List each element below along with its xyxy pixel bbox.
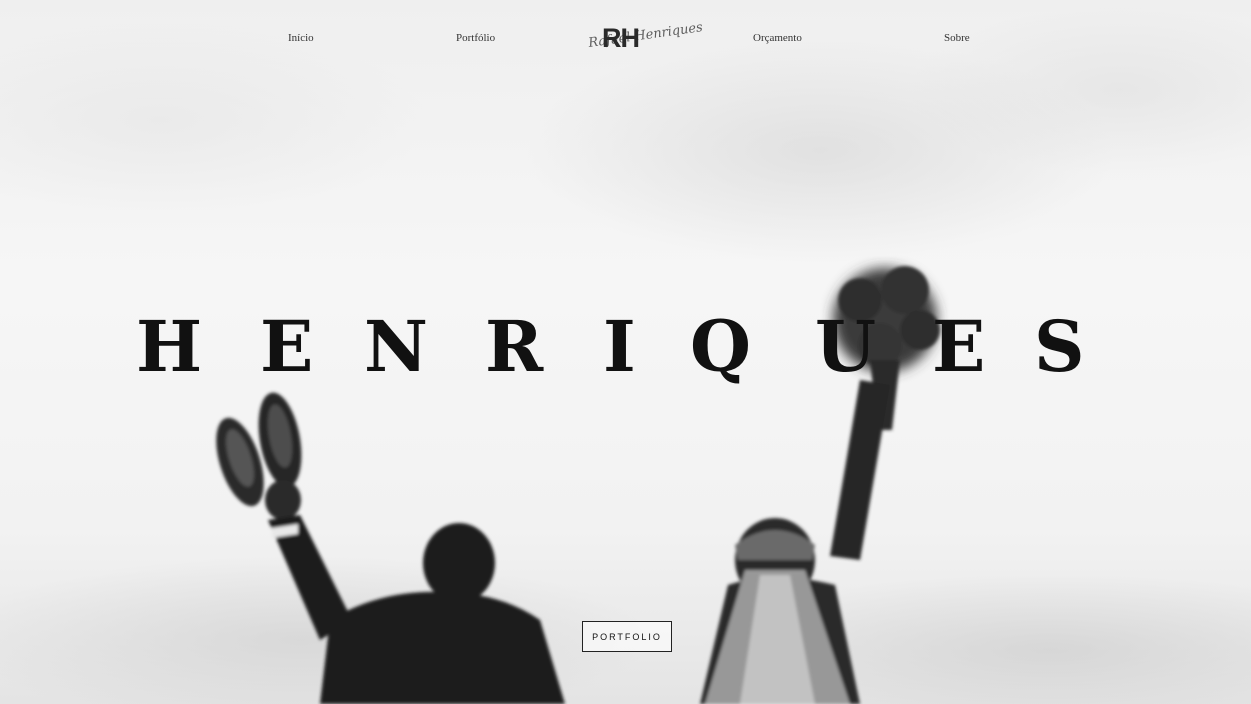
- hero-title-letter: E: [260, 305, 314, 389]
- site-logo[interactable]: Rafael Henriques RH: [588, 20, 704, 56]
- hero-title-letter: S: [1034, 305, 1085, 389]
- logo-initials: RH: [602, 23, 640, 53]
- portfolio-button[interactable]: PORTFOLIO: [582, 621, 672, 652]
- hero-title-letter: Q: [690, 305, 751, 389]
- hero-title-letter: U: [815, 305, 877, 389]
- nav-link-orcamento[interactable]: Orçamento: [753, 32, 802, 44]
- hero-section: Início Portfólio Rafael Henriques RH Orç…: [0, 0, 1251, 704]
- hero-title-letter: H: [136, 305, 203, 389]
- nav-link-portfolio[interactable]: Portfólio: [456, 32, 495, 44]
- hero-title: H E N R I Q U E S: [0, 305, 1251, 395]
- hero-title-letter: I: [603, 305, 636, 389]
- hero-title-letter: N: [364, 305, 428, 389]
- hero-title-letter: R: [485, 305, 544, 389]
- top-navigation: Início Portfólio Rafael Henriques RH Orç…: [0, 0, 1251, 78]
- nav-link-inicio[interactable]: Início: [288, 32, 314, 44]
- nav-link-sobre[interactable]: Sobre: [944, 32, 970, 44]
- hero-title-letter: E: [932, 305, 986, 389]
- groom-figure: [216, 392, 565, 704]
